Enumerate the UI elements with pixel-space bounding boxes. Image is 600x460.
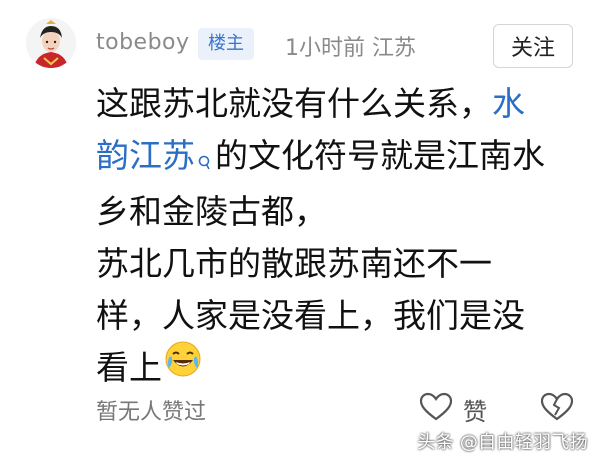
comment-text-segment: 看上 [96,348,162,387]
comment-text-segment: 这跟苏北就没有什么关系， [96,84,492,123]
owner-badge: 楼主 [198,28,254,60]
comment-line-1: 这跟苏北就没有什么关系，水 [96,78,596,130]
likes-status: 暂无人赞过 [96,400,207,425]
heart-outline-icon[interactable] [419,392,453,426]
comment-text: 这跟苏北就没有什么关系，水 韵江苏 的文化符号就是江南水 乡和金陵古都， 苏北几市… [96,78,596,394]
like-button[interactable]: 赞 [463,392,487,427]
laughing-crying-emoji-icon [164,340,202,393]
comment-text-segment: 的文化符号就是江南水 [215,136,545,175]
topic-link-continued[interactable]: 韵江苏 [96,136,195,175]
username[interactable]: tobeboy [96,30,190,55]
comment-line-2: 韵江苏 的文化符号就是江南水 [96,130,596,186]
comment-line-3: 乡和金陵古都， [96,192,327,231]
comment-location: 江苏 [372,36,417,61]
comment-time: 1小时前 [285,36,365,61]
watermark: 头条 @自由轻羽飞扬 [417,432,588,453]
topic-link[interactable]: 水 [492,84,525,123]
follow-button[interactable]: 关注 [493,24,573,68]
avatar[interactable] [26,18,76,68]
broken-heart-icon[interactable] [540,392,574,426]
comment-line-5: 样，人家是没看上，我们是没 [96,296,525,335]
comment-line-6: 看上 [96,340,596,394]
search-icon[interactable] [197,134,211,186]
comment-line-4: 苏北几市的散跟苏南还不一 [96,244,492,283]
